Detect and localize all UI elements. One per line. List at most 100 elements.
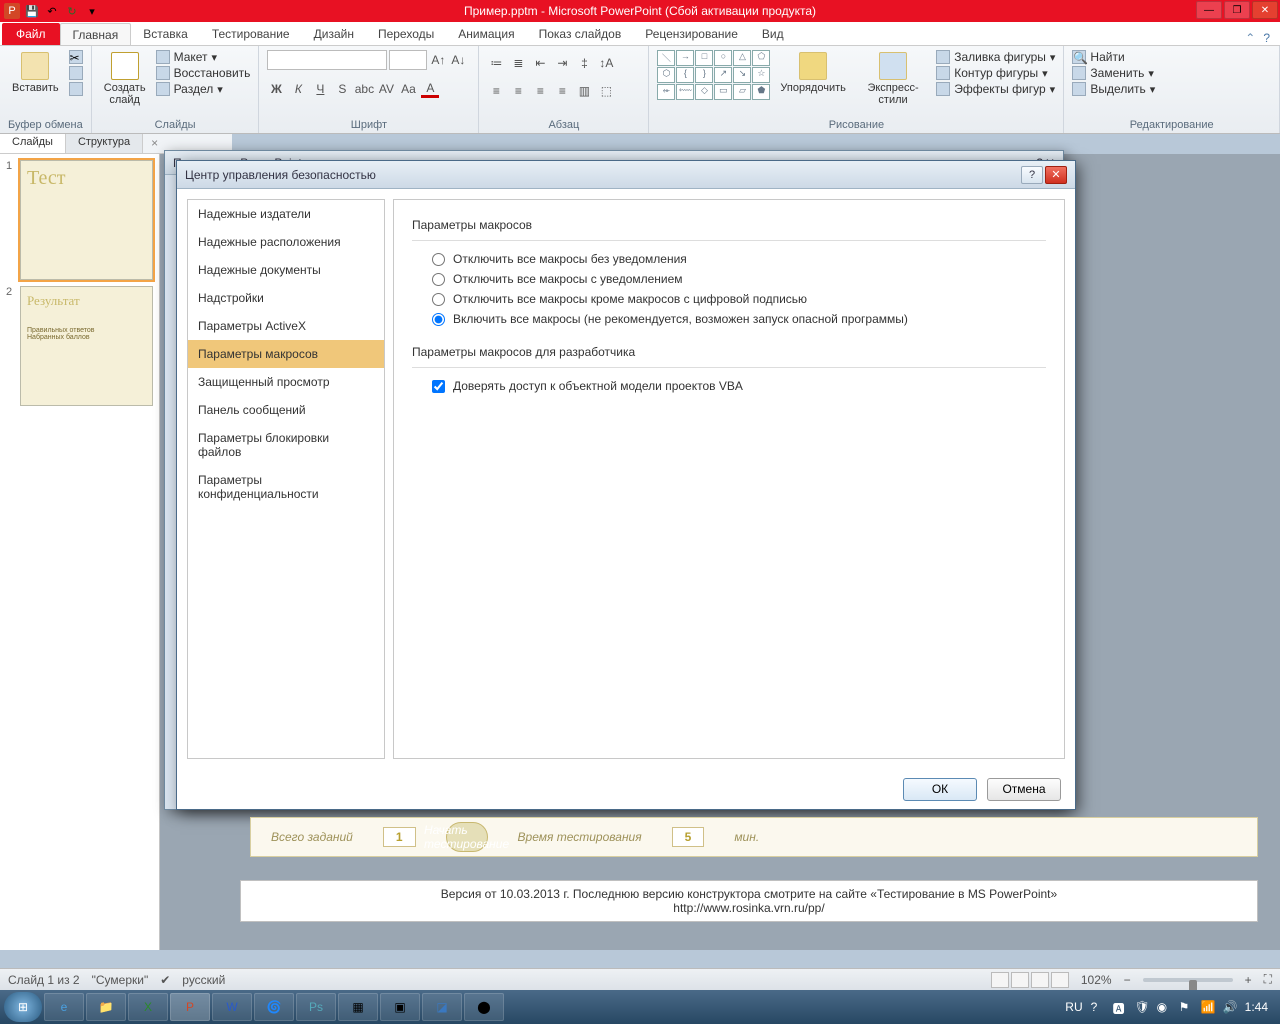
shape-outline-button[interactable]: Контур фигуры ▾	[936, 66, 1055, 80]
tray-network-icon[interactable]: 📶	[1201, 1000, 1215, 1014]
tray-acrobat-icon[interactable]: 🅰	[1113, 1000, 1127, 1014]
minimize-button[interactable]: —	[1196, 1, 1222, 19]
ribbon-minimize-icon[interactable]: ⌃	[1245, 31, 1255, 45]
indent-dec-icon[interactable]: ⇤	[531, 54, 549, 72]
nav-trusted-documents[interactable]: Надежные документы	[188, 256, 384, 284]
shape-effects-button[interactable]: Эффекты фигур ▾	[936, 82, 1055, 96]
underline-icon[interactable]: Ч	[311, 80, 329, 98]
font-size-select[interactable]	[389, 50, 427, 70]
tab-slideshow[interactable]: Показ слайдов	[527, 23, 634, 45]
tab-structure[interactable]: Структура	[66, 134, 143, 153]
nav-addins[interactable]: Надстройки	[188, 284, 384, 312]
zoom-slider[interactable]	[1143, 978, 1233, 982]
task-explorer[interactable]: 📁	[86, 993, 126, 1021]
nav-activex[interactable]: Параметры ActiveX	[188, 312, 384, 340]
radio-disable-except-signed[interactable]: Отключить все макросы кроме макросов с ц…	[412, 289, 1046, 309]
shapes-gallery[interactable]: ＼→□○△⬠ ⬡{}↗↘☆ ⬰⬳◇▭▱⬟	[657, 50, 770, 100]
reset-button[interactable]: Восстановить	[156, 66, 251, 80]
bold-icon[interactable]: Ж	[267, 80, 285, 98]
numbering-icon[interactable]: ≣	[509, 54, 527, 72]
undo-icon[interactable]: ↶	[44, 3, 60, 19]
spellcheck-icon[interactable]: ✔	[160, 973, 170, 987]
align-right-icon[interactable]: ≡	[531, 82, 549, 100]
thumbnail-1[interactable]: 1 Тест	[6, 160, 153, 280]
shrink-font-icon[interactable]: A↓	[449, 51, 467, 69]
strike-icon[interactable]: abc	[355, 80, 373, 98]
radio-disable-no-notify[interactable]: Отключить все макросы без уведомления	[412, 249, 1046, 269]
section-button[interactable]: Раздел ▾	[156, 82, 251, 96]
dialog-close-button[interactable]: ✕	[1045, 166, 1067, 184]
indent-inc-icon[interactable]: ⇥	[553, 54, 571, 72]
new-slide-button[interactable]: Создать слайд	[100, 50, 150, 108]
find-button[interactable]: 🔍Найти	[1072, 50, 1155, 64]
text-direction-icon[interactable]: ↕A	[597, 54, 615, 72]
tray-volume-icon[interactable]: 🔊	[1223, 1000, 1237, 1014]
qat-dropdown-icon[interactable]: ▾	[84, 3, 100, 19]
tab-design[interactable]: Дизайн	[302, 23, 366, 45]
nav-privacy[interactable]: Параметры конфиденциальности	[188, 466, 384, 508]
spacing-icon[interactable]: AV	[377, 80, 395, 98]
ok-button[interactable]: ОК	[903, 778, 977, 801]
tab-insert[interactable]: Вставка	[131, 23, 200, 45]
view-normal-icon[interactable]	[991, 972, 1009, 988]
tab-testing[interactable]: Тестирование	[200, 23, 302, 45]
format-painter-icon[interactable]	[69, 82, 83, 96]
task-app3[interactable]: ▣	[380, 993, 420, 1021]
grow-font-icon[interactable]: A↑	[429, 51, 447, 69]
tray-lang[interactable]: RU	[1065, 1000, 1082, 1014]
nav-trusted-locations[interactable]: Надежные расположения	[188, 228, 384, 256]
arrange-button[interactable]: Упорядочить	[776, 50, 849, 96]
shadow-icon[interactable]: S	[333, 80, 351, 98]
task-ie[interactable]: e	[44, 993, 84, 1021]
italic-icon[interactable]: К	[289, 80, 307, 98]
justify-icon[interactable]: ≡	[553, 82, 571, 100]
nav-message-bar[interactable]: Панель сообщений	[188, 396, 384, 424]
columns-icon[interactable]: ▥	[575, 82, 593, 100]
replace-button[interactable]: Заменить ▾	[1072, 66, 1155, 80]
redo-icon[interactable]: ↻	[64, 3, 80, 19]
copy-icon[interactable]	[69, 66, 83, 80]
task-app5[interactable]: ⬤	[464, 993, 504, 1021]
case-icon[interactable]: Aa	[399, 80, 417, 98]
nav-file-block[interactable]: Параметры блокировки файлов	[188, 424, 384, 466]
tray-flag-icon[interactable]: ⚑	[1179, 1000, 1193, 1014]
tab-animation[interactable]: Анимация	[446, 23, 526, 45]
task-word[interactable]: W	[212, 993, 252, 1021]
nav-macro-settings[interactable]: Параметры макросов	[188, 340, 384, 368]
cut-icon[interactable]: ✂	[69, 50, 83, 64]
thumbnail-2[interactable]: 2 Результат Правильных ответов Набранных…	[6, 286, 153, 406]
maximize-button[interactable]: ❐	[1224, 1, 1250, 19]
task-app4[interactable]: ◪	[422, 993, 462, 1021]
start-test-button[interactable]: Начать тестирование	[446, 822, 488, 852]
task-app1[interactable]: 🌀	[254, 993, 294, 1021]
tray-clock[interactable]: 1:44	[1245, 1000, 1268, 1014]
nav-protected-view[interactable]: Защищенный просмотр	[188, 368, 384, 396]
task-excel[interactable]: X	[128, 993, 168, 1021]
font-color-icon[interactable]: A	[421, 80, 439, 98]
tab-slides[interactable]: Слайды	[0, 134, 66, 153]
close-button[interactable]: ✕	[1252, 1, 1278, 19]
bullets-icon[interactable]: ≔	[487, 54, 505, 72]
fit-window-icon[interactable]: ⛶	[1264, 972, 1272, 987]
tab-review[interactable]: Рецензирование	[633, 23, 750, 45]
smartart-icon[interactable]: ⬚	[597, 82, 615, 100]
view-reading-icon[interactable]	[1031, 972, 1049, 988]
help-icon[interactable]: ?	[1263, 31, 1270, 45]
quick-styles-button[interactable]: Экспресс-стили	[856, 50, 930, 108]
shape-fill-button[interactable]: Заливка фигуры ▾	[936, 50, 1055, 64]
task-powerpoint[interactable]: P	[170, 993, 210, 1021]
checkbox-trust-vba[interactable]: Доверять доступ к объектной модели проек…	[412, 376, 1046, 396]
panel-close-icon[interactable]: ×	[143, 134, 166, 153]
start-button[interactable]: ⊞	[4, 992, 42, 1022]
save-icon[interactable]: 💾	[24, 3, 40, 19]
line-spacing-icon[interactable]: ‡	[575, 54, 593, 72]
task-app2[interactable]: ▦	[338, 993, 378, 1021]
paste-button[interactable]: Вставить	[8, 50, 63, 96]
tray-app-icon[interactable]: ◉	[1157, 1000, 1171, 1014]
zoom-out-icon[interactable]: −	[1124, 973, 1131, 987]
zoom-in-icon[interactable]: +	[1245, 973, 1252, 987]
file-tab[interactable]: Файл	[2, 23, 60, 45]
dialog-help-button[interactable]: ?	[1021, 166, 1043, 184]
tab-home[interactable]: Главная	[60, 23, 132, 45]
task-photoshop[interactable]: Ps	[296, 993, 336, 1021]
